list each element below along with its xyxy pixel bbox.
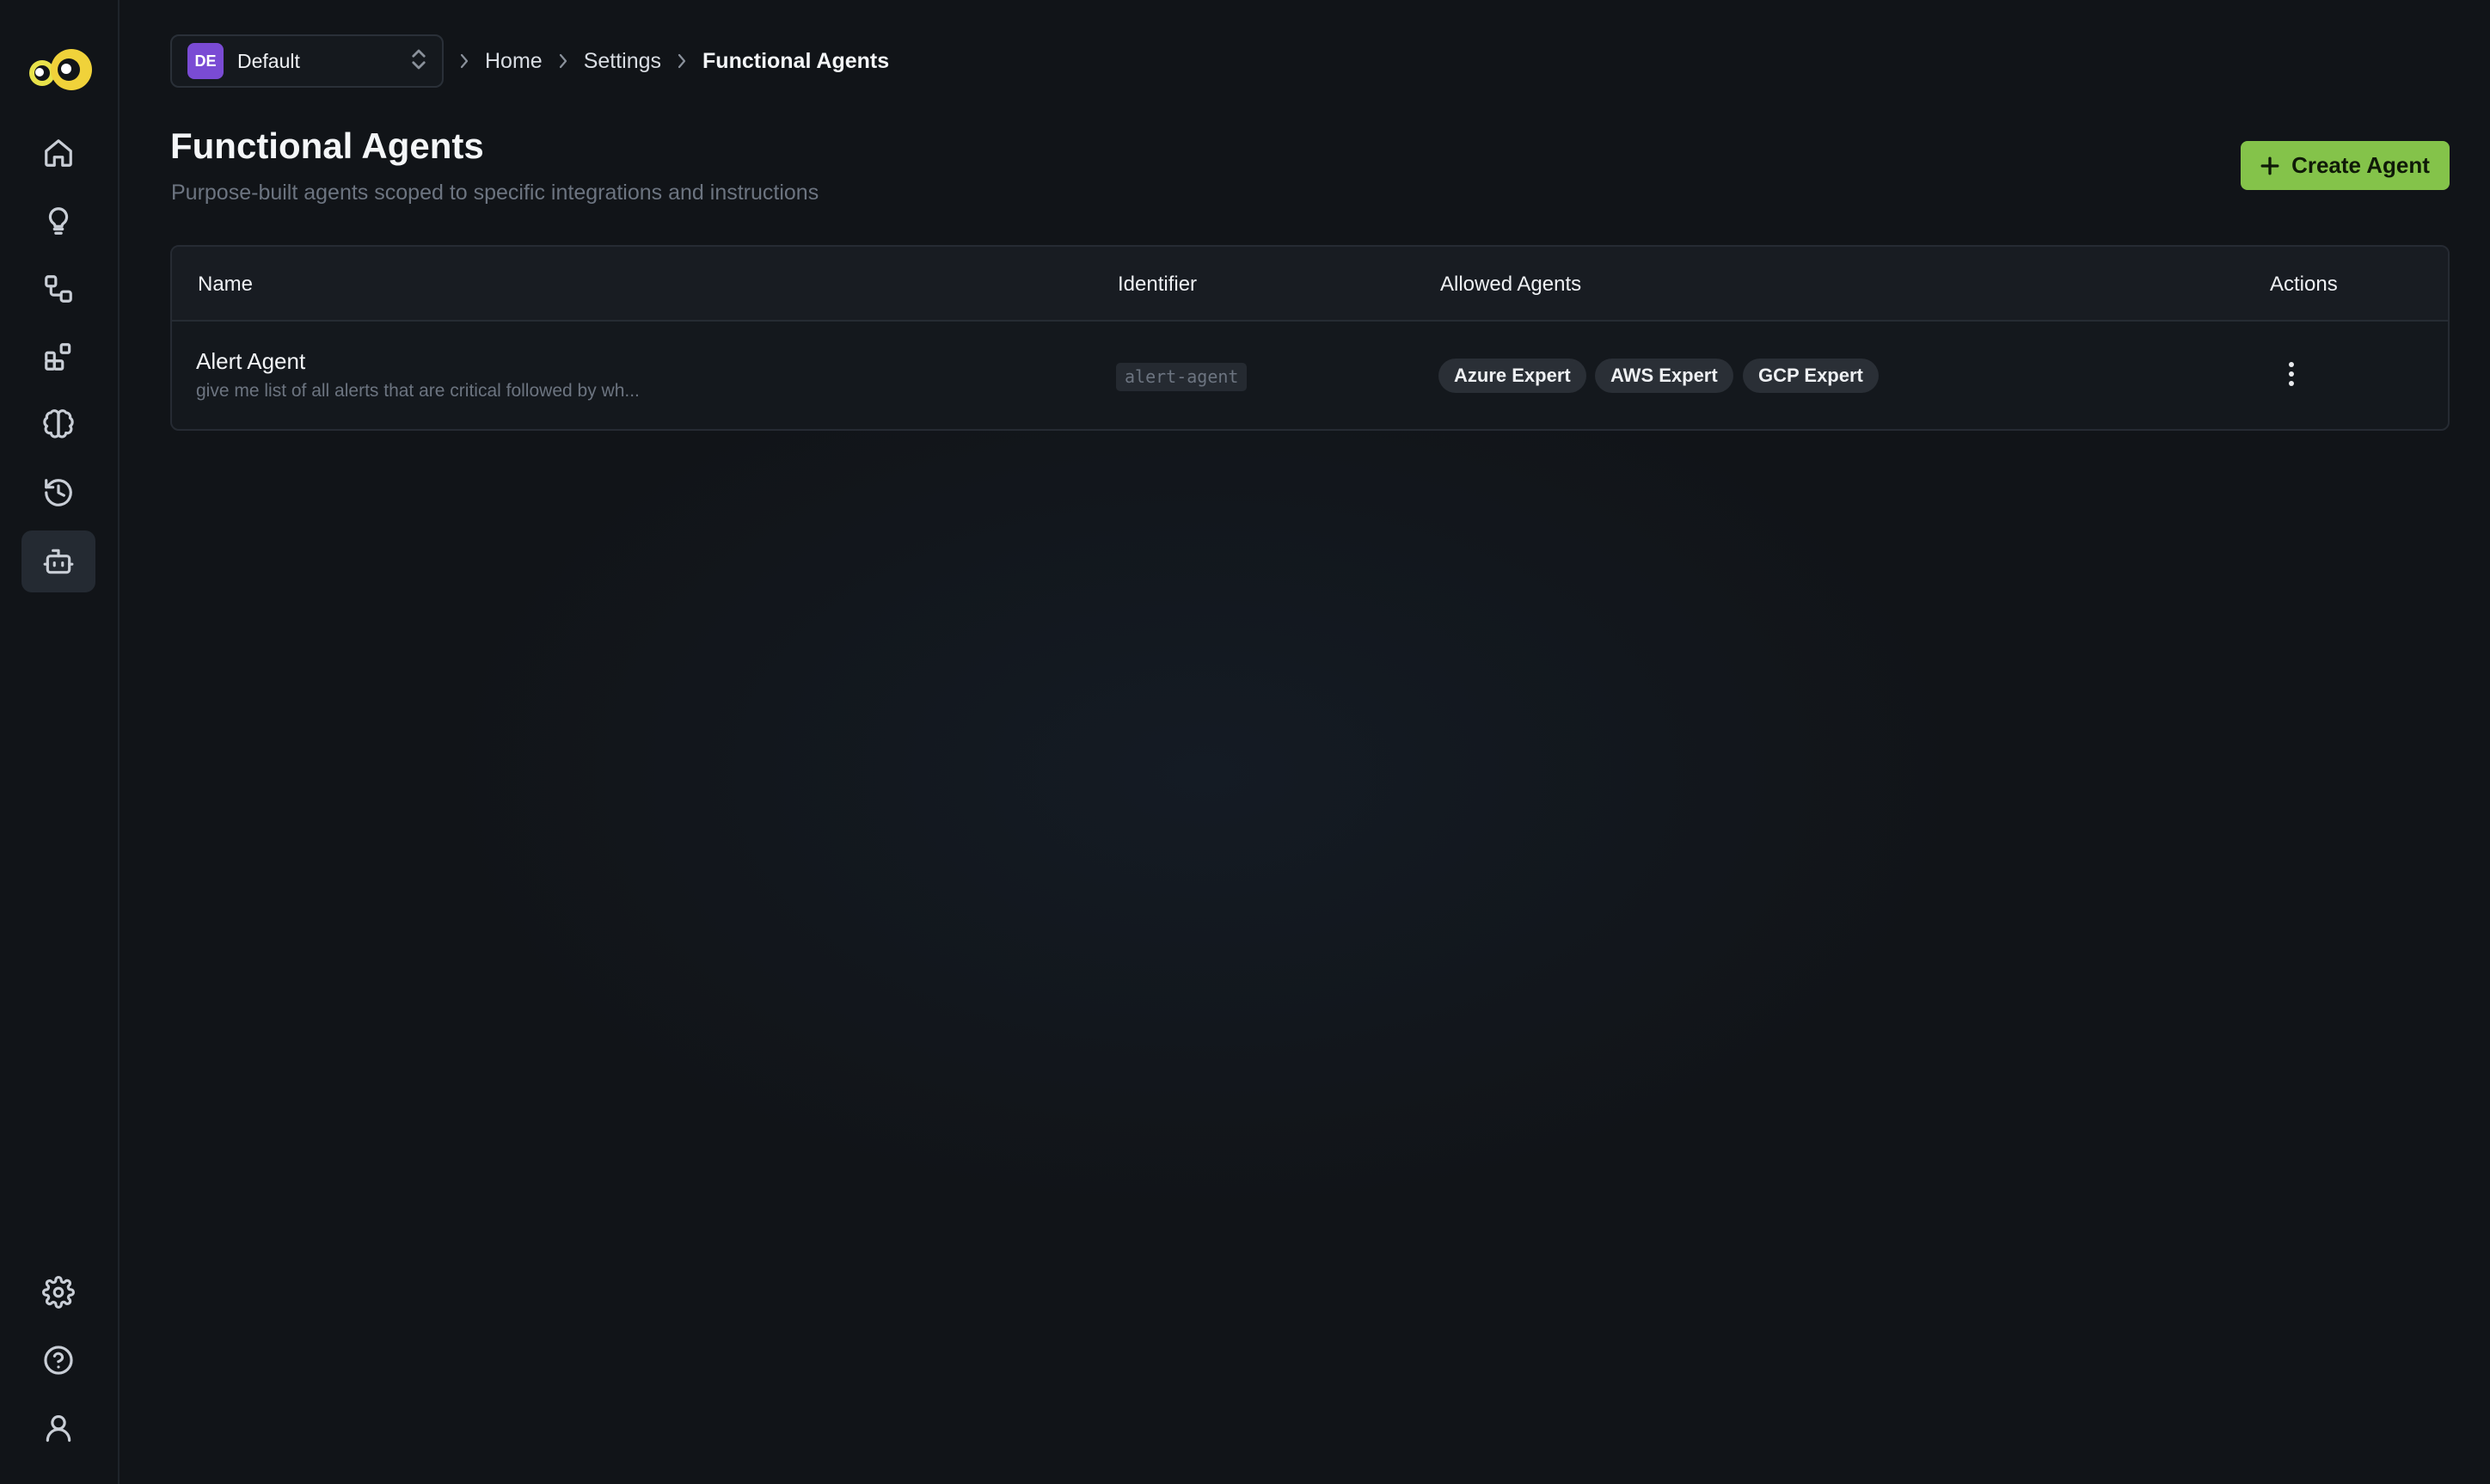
chevron-right-icon [661,52,702,70]
nav-workflows-button[interactable] [21,258,95,320]
create-agent-button[interactable]: Create Agent [2241,141,2450,190]
agent-name: Alert Agent [196,348,306,374]
nav-knowledge-button[interactable] [21,394,95,456]
chevron-right-icon [543,52,584,70]
agent-description: give me list of all alerts that are crit… [196,381,640,401]
user-icon [46,1414,71,1442]
workspace-selector[interactable]: DE Default [170,34,444,88]
nav-functional-agents-button[interactable] [21,530,95,592]
nav-ideas-button[interactable] [21,190,95,252]
nav-profile-button[interactable] [21,1397,95,1459]
nav-home-button[interactable] [21,122,95,184]
allowed-agent-badge: Azure Expert [1438,359,1586,393]
create-agent-label: Create Agent [2291,152,2430,178]
history-icon [45,479,72,506]
plus-icon [2260,156,2279,175]
chevron-right-icon [444,52,485,70]
allowed-agent-badge: AWS Expert [1595,359,1733,393]
breadcrumb-home[interactable]: Home [485,49,543,74]
page-subtitle: Purpose-built agents scoped to specific … [171,181,819,205]
workflow-icon [45,275,72,303]
allowed-agent-badge: GCP Expert [1743,359,1879,393]
table-row[interactable]: Alert Agent give me list of all alerts t… [170,245,2450,431]
sidebar [0,0,120,1484]
breadcrumb-settings[interactable]: Settings [584,49,661,74]
agent-identifier: alert-agent [1116,363,1248,391]
breadcrumb: Home Settings Functional Agents [444,49,889,74]
topbar: DE Default Home Settings Functional Agen… [170,34,889,88]
nav-integrations-button[interactable] [21,326,95,388]
brain-icon [43,409,74,438]
help-icon [44,1346,73,1375]
workspace-name: Default [237,49,300,72]
workspace-avatar: DE [187,43,224,79]
breadcrumb-current: Functional Agents [702,48,890,73]
nav-settings-button[interactable] [21,1261,95,1323]
bot-icon [43,549,74,574]
more-vertical-icon [2289,362,2294,386]
nav-history-button[interactable] [21,462,95,524]
lightbulb-icon [48,207,69,235]
home-icon [45,139,72,167]
chevron-up-down-icon [409,46,428,77]
app-logo[interactable] [21,46,95,95]
row-actions-button[interactable] [2271,348,2312,400]
integrations-icon [45,343,71,371]
nav-help-button[interactable] [21,1329,95,1391]
page-title: Functional Agents [170,126,484,166]
gear-icon [42,1276,75,1309]
